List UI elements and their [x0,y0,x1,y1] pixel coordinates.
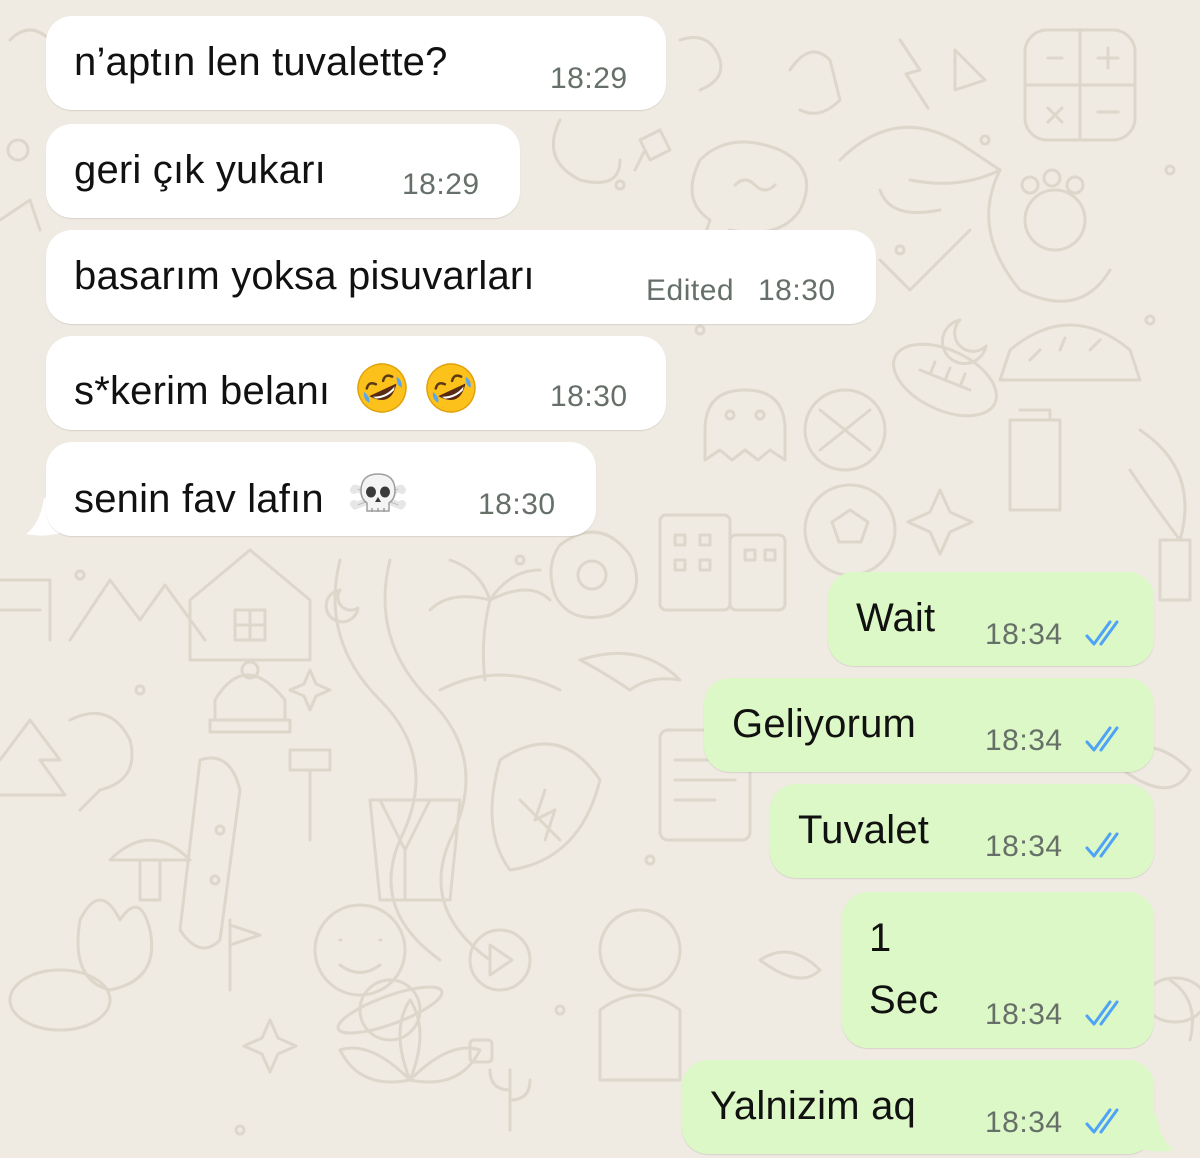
rolling-on-floor-laughing-emoji [356,363,407,413]
message-text: n’aptın len tuvalette? [74,40,448,84]
message-time: 18:29 [402,168,480,201]
read-receipt-icon [1085,726,1119,752]
outgoing-message-bubble[interactable]: 1 Sec 18:34 [842,892,1154,1048]
edited-label: Edited [646,274,735,307]
read-receipt-icon [1085,620,1119,646]
message-text-line: Sec [869,978,939,1022]
message-time: 18:34 [985,1106,1063,1139]
message-text: Tuvalet [798,808,930,852]
skull-and-crossbones-emoji [350,473,407,512]
incoming-message-bubble[interactable]: geri çık yukarı 18:29 [46,124,520,218]
outgoing-bubble-tail [1136,1114,1174,1152]
read-receipt-icon [1085,832,1119,858]
incoming-message-bubble[interactable]: basarım yoksa pisuvarları Edited 18:30 [46,230,876,324]
message-text-content: s*kerim belanı [74,369,331,413]
message-text: Yalnizim aq [710,1084,916,1128]
outgoing-message-bubble[interactable]: Wait 18:34 [828,572,1154,666]
message-text: basarım yoksa pisuvarları [74,254,535,298]
message-text: s*kerim belanı [74,362,477,414]
message-time: 18:34 [985,998,1063,1031]
message-text: senin fav lafın [74,468,407,526]
read-receipt-icon [1085,1000,1119,1026]
read-receipt-icon [1085,1108,1119,1134]
incoming-message-bubble[interactable]: s*kerim belanı 18:30 [46,336,666,430]
message-time: 18:30 [550,380,628,413]
incoming-message-bubble[interactable]: senin fav lafın 18:30 [46,442,596,536]
message-text-line: 1 [869,916,892,960]
message-time: 18:34 [985,724,1063,757]
message-text-content: senin fav lafın [74,477,324,521]
message-text: Wait [856,596,936,640]
message-text: Geliyorum [732,702,917,746]
message-time: 18:29 [550,62,628,95]
outgoing-message-bubble[interactable]: Yalnizim aq 18:34 [682,1060,1154,1154]
outgoing-message-bubble[interactable]: Tuvalet 18:34 [770,784,1154,878]
rolling-on-floor-laughing-emoji [426,363,476,413]
outgoing-message-bubble[interactable]: Geliyorum 18:34 [704,678,1154,772]
message-time: 18:34 [985,618,1063,651]
chat-message-list: n’aptın len tuvalette? 18:29 geri çık yu… [0,0,1200,1158]
incoming-message-bubble[interactable]: n’aptın len tuvalette? 18:29 [46,16,666,110]
message-time: 18:34 [985,830,1063,863]
message-time: 18:30 [478,488,556,521]
message-text: geri çık yukarı [74,148,326,192]
message-time: 18:30 [758,274,836,307]
